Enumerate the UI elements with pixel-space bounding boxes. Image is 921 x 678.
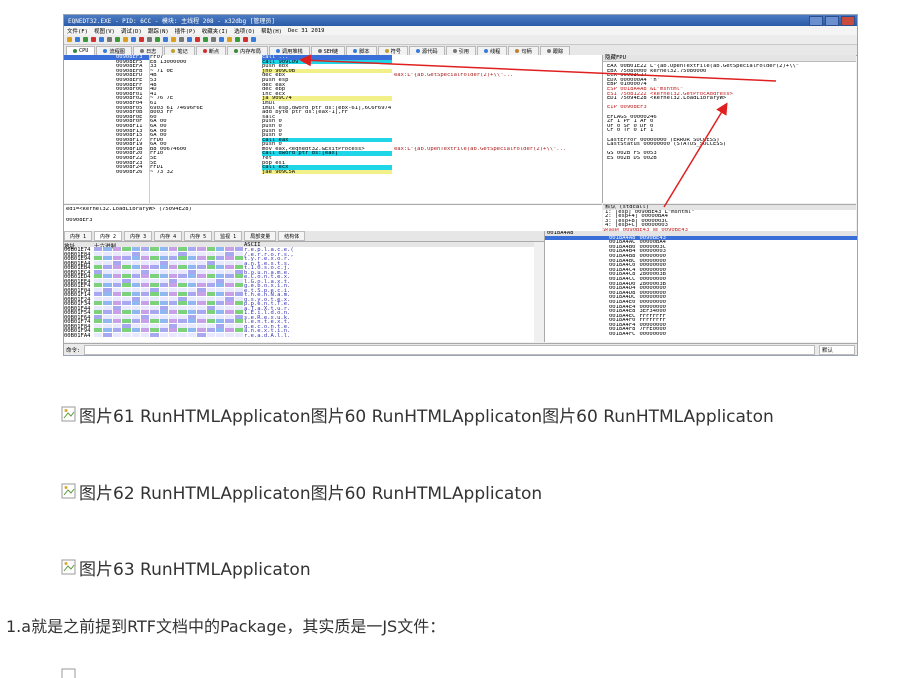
caption-62: 图片62 RunHTMLApplicaton图片60 RunHTMLApplic… [61, 479, 543, 504]
caption-61-text: 图片61 RunHTMLApplicaton图片60 RunHTMLApplic… [79, 406, 774, 427]
body-paragraph: 1.a就是之前提到RTF文档中的Package，其实质是一JS文件： [6, 617, 446, 636]
caption-61: 图片61 RunHTMLApplicaton图片60 RunHTMLApplic… [61, 402, 774, 427]
debugger-screenshot: EQNEDT32.EXE - PID: 6CC - 模块: 主线程 208 - … [63, 14, 858, 356]
caption-62-text: 图片62 RunHTMLApplicaton图片60 RunHTMLApplic… [79, 483, 543, 504]
broken-image-icon [61, 406, 77, 422]
caption-63: 图片63 RunHTMLApplicaton [61, 555, 311, 580]
broken-image-icon [61, 483, 77, 499]
annotation-arrows [299, 54, 777, 208]
caption-63-text: 图片63 RunHTMLApplicaton [79, 559, 311, 580]
broken-image-icon [61, 668, 76, 678]
broken-image-icon [61, 559, 77, 575]
